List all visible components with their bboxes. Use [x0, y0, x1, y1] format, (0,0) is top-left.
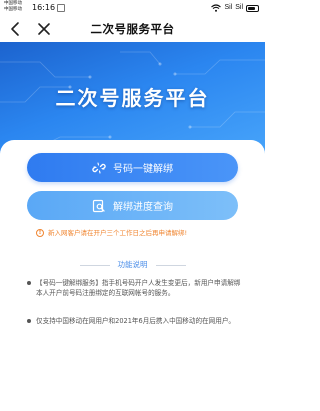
unbind-button-label: 号码一键解绑 — [113, 164, 173, 175]
hero-title: 二次号服务平台 — [55, 86, 210, 110]
description-text: 仅支持中国移动在网用户和2021年6月后携入中国移动的在网用户。 — [36, 317, 236, 325]
warning-circle-icon: ! — [36, 229, 44, 237]
description-text: 【号码一键解绑服务】指手机号码开户人发生变更后，新用户申请解绑本人开户前号码注册… — [36, 279, 241, 297]
notice-text: 新入网客户请在开户三个工作日之后再申请解绑! — [48, 229, 188, 237]
navigation-bar: 二次号服务平台 — [0, 16, 265, 42]
notification-icon — [57, 4, 65, 12]
divider-right — [155, 264, 186, 266]
search-document-icon — [92, 199, 105, 212]
status-indicators: Sil Sil — [211, 3, 259, 13]
carrier-info: 中国移动 中国移动 — [4, 1, 22, 12]
content-card: 号码一键解绑 解绑进度查询 ! 新入网客户请在开户三个工作日之后再申请解绑! 功… — [0, 140, 265, 411]
battery-icon — [246, 4, 259, 12]
clock: 16:16 — [32, 3, 56, 12]
signal-2-label: Sil — [235, 4, 243, 11]
status-bar: 中国移动 中国移动 16:16 Sil Sil — [0, 0, 265, 16]
progress-button-label: 解绑进度查询 — [113, 202, 173, 213]
section-title: 功能说明 — [117, 260, 148, 269]
unbind-progress-button[interactable]: 解绑进度查询 — [27, 191, 238, 220]
broken-link-icon — [92, 161, 106, 174]
bullet-icon — [27, 281, 31, 285]
description-item: 仅支持中国移动在网用户和2021年6月后携入中国移动的在网用户。 — [27, 316, 241, 326]
section-header: 功能说明 — [0, 260, 265, 270]
description-item: 【号码一键解绑服务】指手机号码开户人发生变更后，新用户申请解绑本人开户前号码注册… — [27, 278, 241, 298]
page-title: 二次号服务平台 — [90, 22, 175, 36]
notice: ! 新入网客户请在开户三个工作日之后再申请解绑! — [36, 229, 187, 237]
divider-left — [79, 264, 110, 266]
carrier-2: 中国移动 — [4, 6, 22, 12]
bullet-icon — [27, 319, 31, 323]
one-click-unbind-button[interactable]: 号码一键解绑 — [27, 153, 238, 182]
carrier-1: 中国移动 — [4, 1, 22, 6]
battery-level — [248, 6, 256, 10]
signal-1-label: Sil — [224, 4, 233, 11]
wifi-icon — [211, 4, 222, 12]
